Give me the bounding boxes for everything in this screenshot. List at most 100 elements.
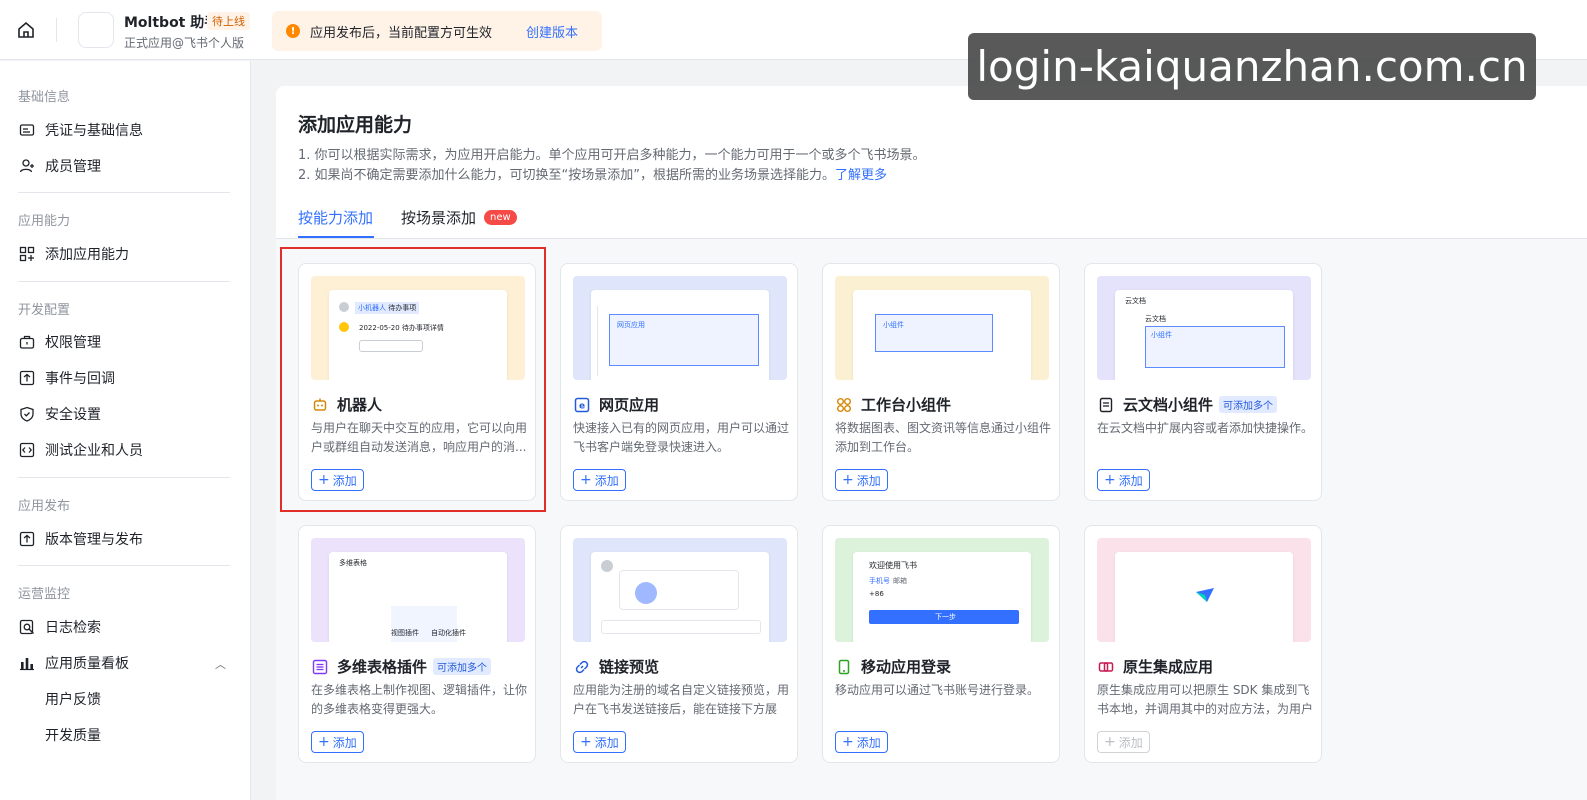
capability-card-mobile-login[interactable]: 欢迎使用飞书 手机号 邮箱 +86 下一步 移动应用登录 移动应用可以通过飞书账… — [822, 525, 1060, 763]
widget-label: 小组件 — [883, 321, 904, 329]
plus-icon: + — [1104, 472, 1116, 488]
widget-preview: 小组件 — [835, 276, 1049, 380]
add-widget-button[interactable]: + 添加 — [835, 469, 888, 491]
add-web-app-button[interactable]: + 添加 — [573, 469, 626, 491]
chevron-up-icon[interactable]: ︿ — [215, 656, 226, 672]
bot-chat-label: 小机器人 待办事项 — [355, 302, 420, 314]
bot-todo-date: 2022-05-20 待办事项详情 — [359, 324, 444, 332]
id-card-icon — [18, 121, 36, 139]
sidebar-section-publish: 应用发布 — [18, 499, 71, 514]
plus-icon: + — [842, 472, 854, 488]
bar-chart-icon — [18, 654, 36, 672]
sidebar-item-label: 安全设置 — [45, 407, 101, 423]
sidebar-item-logs[interactable]: 日志检索 — [18, 613, 101, 641]
sidebar-item-label: 测试企业和人员 — [45, 443, 143, 459]
learn-more-link[interactable]: 了解更多 — [835, 168, 887, 183]
card-description: 与用户在聊天中交互的应用，它可以向用户或群组自动发送消息，响应用户的消... — [311, 421, 527, 454]
sidebar-divider — [18, 477, 230, 478]
description-line-2: 2. 如果尚不确定需要添加什么能力，可切换至“按场景添加”，根据所需的业务场景选… — [298, 164, 887, 183]
multi-table-label: 多维表格 — [339, 559, 367, 567]
automation-plugin-label: 自动化插件 — [431, 629, 466, 637]
sidebar-item-label: 成员管理 — [45, 159, 101, 175]
plus-icon: + — [318, 734, 330, 750]
warning-icon: ! — [286, 24, 300, 38]
card-description: 移动应用可以通过飞书账号进行登录。 — [835, 683, 1040, 697]
plus-icon: + — [1104, 734, 1116, 750]
user-add-icon — [18, 157, 36, 175]
app-name: Moltbot 助手 — [124, 15, 219, 31]
capability-card-bot[interactable]: 小机器人 待办事项 2022-05-20 待办事项详情 机器人 与用户在聊天中交… — [298, 263, 536, 501]
add-bot-button[interactable]: + 添加 — [311, 469, 364, 491]
widget-icon — [835, 396, 853, 414]
sidebar-item-dev-quality[interactable]: 开发质量 — [45, 721, 101, 749]
card-title: 工作台小组件 — [861, 396, 952, 414]
sidebar-item-members[interactable]: 成员管理 — [18, 152, 101, 180]
add-mobile-login-button[interactable]: + 添加 — [835, 731, 888, 753]
new-badge: new — [484, 210, 517, 225]
sidebar-item-permissions[interactable]: 权限管理 — [18, 328, 101, 356]
card-description: 在云文档中扩展内容或者添加快捷操作。 — [1097, 421, 1313, 435]
sidebar-item-user-feedback[interactable]: 用户反馈 — [45, 685, 101, 713]
tab-by-scenario[interactable]: 按场景添加 — [401, 207, 476, 228]
country-code-label: +86 — [869, 590, 884, 598]
sidebar-item-events[interactable]: 事件与回调 — [18, 364, 115, 392]
robot-icon — [311, 396, 329, 414]
sidebar-item-quality-board[interactable]: 应用质量看板 — [18, 649, 129, 677]
sidebar-item-security[interactable]: 安全设置 — [18, 400, 101, 428]
card-title: 多维表格插件 — [337, 658, 428, 676]
app-status-badge: 待上线 — [207, 12, 250, 30]
create-version-link[interactable]: 创建版本 — [526, 22, 578, 41]
capability-card-bitable-plugin[interactable]: 多维表格 视图插件 自动化插件 多维表格插件 可添加多个 在多维表格上制作视图、… — [298, 525, 536, 763]
cloud-doc-heading: 云文档 — [1145, 315, 1166, 323]
view-plugin-label: 视图插件 — [391, 629, 419, 637]
card-title: 原生集成应用 — [1123, 658, 1214, 676]
card-title: 链接预览 — [599, 658, 660, 676]
sidebar-item-test-enterprise[interactable]: 测试企业和人员 — [18, 436, 143, 464]
plus-icon: + — [318, 472, 330, 488]
web-app-preview: 网页应用 — [573, 276, 787, 380]
sidebar-item-label: 添加应用能力 — [45, 247, 129, 263]
tab-by-capability[interactable]: 按能力添加 — [298, 207, 373, 228]
add-doc-widget-button[interactable]: + 添加 — [1097, 469, 1150, 491]
page-title: 添加应用能力 — [298, 114, 413, 136]
next-step-label: 下一步 — [935, 613, 956, 621]
briefcase-icon — [18, 333, 36, 351]
capability-card-doc-widget[interactable]: 云文档 云文档 小组件 云文档小组件 可添加多个 在云文档中扩展内容或者添加快捷… — [1084, 263, 1322, 501]
grid-add-icon — [18, 245, 36, 263]
capability-card-web-app[interactable]: 网页应用 e 网页应用 快速接入已有的网页应用，用户可以通过飞书客户端免登录快速… — [560, 263, 798, 501]
sidebar-item-add-capability[interactable]: 添加应用能力 — [18, 240, 129, 268]
sidebar-section-capability: 应用能力 — [18, 214, 71, 229]
add-bitable-plugin-button[interactable]: + 添加 — [311, 731, 364, 753]
plus-icon: + — [580, 472, 592, 488]
table-icon — [311, 658, 329, 676]
card-description: 快速接入已有的网页应用，用户可以通过飞书客户端免登录快速进入。 — [573, 421, 789, 454]
mobile-login-preview: 欢迎使用飞书 手机号 邮箱 +86 下一步 — [835, 538, 1049, 642]
sidebar-item-label: 应用质量看板 — [45, 656, 129, 672]
home-icon[interactable] — [14, 18, 38, 42]
capability-card-link-preview[interactable]: 链接预览 应用能为注册的域名自定义链接预览，用户在飞书发送链接后，能在链接下方展… — [560, 525, 798, 763]
app-avatar — [78, 12, 114, 48]
card-description: 将数据图表、图文资讯等信息通过小组件添加到工作台。 — [835, 421, 1051, 454]
event-icon — [18, 369, 36, 387]
sidebar-item-label: 开发质量 — [45, 728, 101, 744]
native-integration-icon — [1097, 658, 1115, 676]
sidebar-item-versions[interactable]: 版本管理与发布 — [18, 525, 143, 553]
multi-add-tag: 可添加多个 — [1219, 396, 1278, 413]
capability-card-widget[interactable]: 小组件 工作台小组件 将数据图表、图文资讯等信息通过小组件添加到工作台。 + 添加 — [822, 263, 1060, 501]
card-title: 移动应用登录 — [861, 658, 952, 676]
plus-icon: + — [580, 734, 592, 750]
add-link-preview-button[interactable]: + 添加 — [573, 731, 626, 753]
multi-add-tag: 可添加多个 — [433, 658, 492, 675]
sidebar-divider — [18, 192, 230, 193]
sidebar-item-credentials[interactable]: 凭证与基础信息 — [18, 116, 143, 144]
sidebar-item-label: 事件与回调 — [45, 371, 115, 387]
web-app-icon: e — [573, 396, 591, 414]
card-title: 机器人 — [337, 396, 383, 414]
log-search-icon — [18, 618, 36, 636]
card-description: 应用能为注册的域名自定义链接预览，用户在飞书发送链接后，能在链接下方展示... — [573, 683, 789, 716]
upload-icon — [18, 530, 36, 548]
sidebar-item-label: 版本管理与发布 — [45, 532, 143, 548]
phone-tab-label: 手机号 — [869, 577, 890, 585]
capability-card-native-app[interactable]: 原生集成应用 原生集成应用可以把原生 SDK 集成到飞书本地，并调用其中的对应方… — [1084, 525, 1322, 763]
web-app-label: 网页应用 — [617, 321, 645, 329]
